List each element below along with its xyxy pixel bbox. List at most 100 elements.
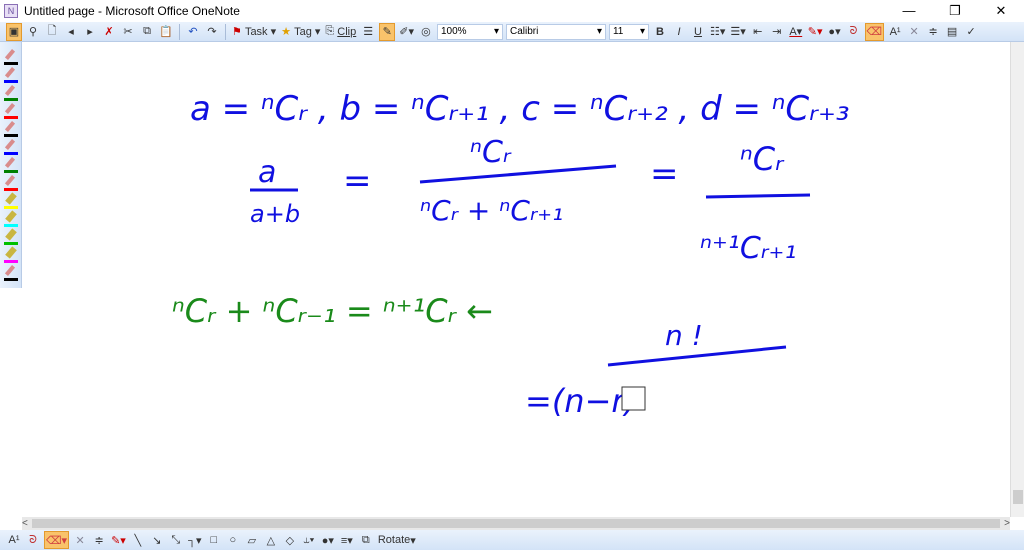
- bullets-icon[interactable]: ☷▾: [709, 23, 726, 41]
- pen-mode-icon[interactable]: ✎: [379, 22, 396, 41]
- pen-icon[interactable]: [3, 264, 18, 281]
- arrange-icon[interactable]: ⧉: [358, 531, 374, 549]
- ink-frac2-denominator: ⁿCᵣ + ⁿCᵣ₊₁: [420, 194, 563, 227]
- insert-space-icon[interactable]: ≑: [91, 531, 107, 549]
- task-button[interactable]: ⚑ Task ▾: [231, 23, 277, 41]
- rectangle-icon[interactable]: □: [206, 531, 222, 549]
- font-size-value: 11: [612, 26, 624, 37]
- copy-icon[interactable]: ⧉: [139, 23, 155, 41]
- ink-tools-icon[interactable]: ✐▾: [398, 23, 415, 41]
- minimize-button[interactable]: —: [886, 0, 932, 22]
- delete-page-icon[interactable]: ✗: [101, 23, 117, 41]
- clip-button[interactable]: ⎘ Clip: [324, 23, 357, 41]
- font-value: Calibri: [509, 26, 539, 37]
- full-page-view-icon[interactable]: ▣: [6, 22, 22, 41]
- pen-icon[interactable]: [3, 84, 18, 101]
- bold-button[interactable]: B: [652, 23, 668, 41]
- undo-icon[interactable]: ↶: [185, 23, 201, 41]
- decrease-indent-icon[interactable]: ⇤: [750, 23, 766, 41]
- pen-icon[interactable]: [3, 138, 18, 155]
- tag-label: Tag: [294, 25, 312, 38]
- font-color-icon[interactable]: A▾: [788, 23, 804, 41]
- superscript-icon[interactable]: A¹: [887, 23, 903, 41]
- line-weight-icon[interactable]: ≡▾: [339, 531, 355, 549]
- standard-toolbar: ▣ ⚲ 🗋 ◂ ▸ ✗ ✂ ⧉ 📋 ↶ ↷ ⚑ Task ▾ ★ Tag ▾ ⎘…: [0, 22, 1024, 42]
- close-button[interactable]: ✕: [978, 0, 1024, 22]
- parallelogram-icon[interactable]: ▱: [244, 531, 260, 549]
- increase-indent-icon[interactable]: ⇥: [769, 23, 785, 41]
- axes-icon[interactable]: ┐▾: [187, 531, 203, 549]
- vertical-scrollbar[interactable]: [1010, 42, 1024, 517]
- paste-icon[interactable]: 📋: [158, 23, 174, 41]
- ink-frac4-denominator: =(n−r): [525, 382, 637, 420]
- new-page-icon[interactable]: 🗋: [44, 23, 60, 41]
- delete-icon[interactable]: ✕: [906, 23, 922, 41]
- double-arrow-icon[interactable]: ⤡: [168, 531, 184, 549]
- pen-icon[interactable]: [3, 192, 18, 209]
- pen-icon[interactable]: [3, 210, 18, 227]
- ink-equals: =: [343, 161, 372, 201]
- pen-icon[interactable]: [3, 102, 18, 119]
- note-icon[interactable]: ▤: [944, 23, 960, 41]
- page-list-icon[interactable]: ☰: [360, 23, 376, 41]
- ink-frac2-numerator: ⁿCᵣ: [470, 135, 512, 170]
- cut-icon[interactable]: ✂: [120, 23, 136, 41]
- tag-button[interactable]: ★ Tag ▾: [280, 23, 321, 41]
- back-icon[interactable]: ◂: [63, 23, 79, 41]
- fill-color-icon[interactable]: ●▾: [320, 531, 336, 549]
- insert-space-icon[interactable]: ≑: [925, 23, 941, 41]
- fill-color-icon[interactable]: ●▾: [827, 23, 843, 41]
- insertion-box[interactable]: [621, 386, 646, 411]
- lasso-icon[interactable]: ᘐ: [25, 531, 41, 549]
- arrow-icon[interactable]: ↘: [149, 531, 165, 549]
- line-icon[interactable]: ╲: [130, 531, 146, 549]
- spell-check-icon[interactable]: ✓: [963, 23, 979, 41]
- underline-button[interactable]: U: [690, 23, 706, 41]
- window-title: Untitled page - Microsoft Office OneNote: [24, 4, 240, 18]
- pen-icon[interactable]: [3, 48, 18, 65]
- font-size-select[interactable]: 11 ▾: [608, 23, 649, 40]
- ink-frac3-numerator: ⁿCᵣ: [740, 140, 785, 178]
- superscript-icon[interactable]: A¹: [6, 531, 22, 549]
- lasso-icon[interactable]: ᘐ: [846, 23, 862, 41]
- numbering-icon[interactable]: ☰▾: [729, 23, 746, 41]
- ink-frac4-numerator: n !: [665, 319, 703, 352]
- ink-frac1-numerator: a: [258, 155, 276, 190]
- ink-frac1-denominator: a+b: [250, 200, 300, 228]
- diamond-icon[interactable]: ◇: [282, 531, 298, 549]
- pen-icon[interactable]: [3, 120, 18, 137]
- eraser-icon[interactable]: ⌫▾: [44, 531, 70, 549]
- redo-icon[interactable]: ↷: [204, 23, 220, 41]
- rotate-button[interactable]: Rotate ▾: [377, 531, 417, 549]
- pen-icon[interactable]: [3, 174, 18, 191]
- scroll-thumb[interactable]: [31, 519, 1001, 528]
- italic-button[interactable]: I: [671, 23, 687, 41]
- zoom-select[interactable]: 100% ▾: [436, 23, 503, 40]
- pen-icon[interactable]: [3, 156, 18, 173]
- scroll-left-arrow[interactable]: <: [22, 518, 28, 529]
- pen-icon[interactable]: [3, 228, 18, 245]
- clip-icon: ⎘: [325, 25, 335, 37]
- pin-icon[interactable]: ⚲: [25, 23, 41, 41]
- research-icon[interactable]: ◎: [418, 23, 434, 41]
- scroll-right-arrow[interactable]: >: [1004, 518, 1010, 529]
- triangle-icon[interactable]: △: [263, 531, 279, 549]
- delete-icon[interactable]: ✕: [72, 531, 88, 549]
- restore-button[interactable]: ❐: [932, 0, 978, 22]
- pen-icon[interactable]: [3, 66, 18, 83]
- star-icon: ★: [281, 26, 292, 38]
- horizontal-scrollbar[interactable]: < >: [22, 517, 1010, 530]
- task-label: Task: [244, 25, 268, 38]
- forward-icon[interactable]: ▸: [82, 23, 98, 41]
- font-select[interactable]: Calibri ▾: [505, 23, 606, 40]
- ellipse-icon[interactable]: ○: [225, 531, 241, 549]
- ink-drawing: a = ⁿCᵣ , b = ⁿCᵣ₊₁ , c = ⁿCᵣ₊₂ , d = ⁿC…: [172, 89, 850, 420]
- pen-color-icon[interactable]: ✎▾: [110, 531, 127, 549]
- eraser-icon[interactable]: ⌫: [864, 22, 885, 41]
- pen-color-icon[interactable]: ✎▾: [807, 23, 824, 41]
- scroll-thumb[interactable]: [1013, 490, 1023, 504]
- note-page-canvas[interactable]: a = ⁿCᵣ , b = ⁿCᵣ₊₁ , c = ⁿCᵣ₊₂ , d = ⁿC…: [22, 42, 1010, 517]
- drawing-toolbar: A¹ ᘐ ⌫▾ ✕ ≑ ✎▾ ╲ ↘ ⤡ ┐▾ □ ○ ▱ △ ◇ ⥿▾ ●▾ …: [0, 530, 1024, 550]
- pen-icon[interactable]: [3, 246, 18, 263]
- connector-icon[interactable]: ⥿▾: [301, 531, 317, 549]
